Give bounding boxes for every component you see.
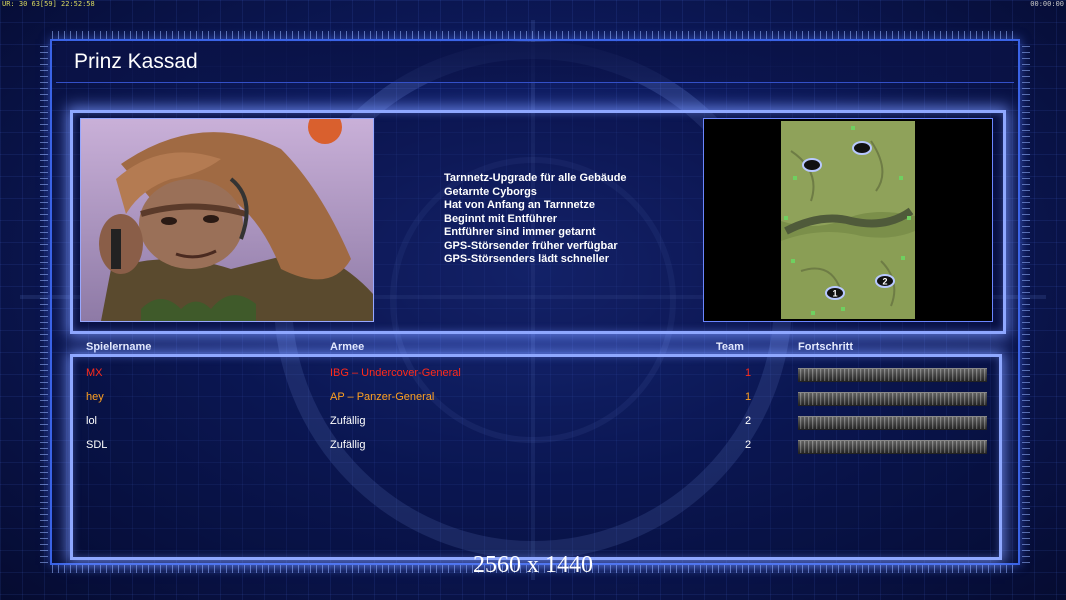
bonus-item: Entführer sind immer getarnt — [444, 226, 596, 238]
header-team: Team — [716, 341, 744, 353]
player-name: lol — [86, 415, 98, 427]
start-marker-1[interactable]: 1 — [832, 289, 837, 299]
start-marker-2[interactable]: 2 — [882, 277, 887, 287]
loading-progress-bar — [798, 392, 987, 406]
player-army: Zufällig — [330, 415, 366, 427]
table-row: SDL Zufällig 2 — [0, 439, 1066, 457]
progress-fill — [798, 393, 987, 405]
bonus-item: Beginnt mit Entführer — [444, 212, 558, 225]
general-portrait — [80, 118, 374, 322]
loading-progress-bar — [798, 368, 987, 382]
ruler-right — [1022, 41, 1030, 563]
bonus-item: Hat von Anfang an Tarnnetze — [444, 199, 595, 211]
player-name: hey — [86, 391, 104, 403]
progress-fill — [798, 441, 987, 453]
resolution-label: 2560 x 1440 — [473, 552, 593, 578]
bonus-item: GPS-Störsenders lädt schneller — [444, 253, 610, 265]
player-army: IBG – Undercover-General — [330, 367, 461, 379]
player-name: MX — [86, 367, 103, 379]
header-army: Armee — [330, 341, 365, 353]
loading-progress-bar — [798, 440, 987, 454]
player-name: SDL — [86, 439, 108, 451]
table-row: lol Zufällig 2 — [0, 415, 1066, 433]
player-team: 1 — [745, 391, 752, 403]
ruler-top — [52, 31, 1018, 39]
ruler-left — [40, 41, 48, 563]
progress-fill — [798, 417, 987, 429]
minimap: 1 2 — [781, 121, 915, 319]
bonus-item: Tarnnetz-Upgrade für alle Gebäude — [444, 172, 627, 184]
player-team: 2 — [745, 415, 752, 427]
table-row: MX IBG – Undercover-General 1 — [0, 367, 1066, 385]
player-army: AP – Panzer-General — [330, 391, 435, 403]
player-team: 1 — [745, 367, 752, 379]
loading-progress-bar — [798, 416, 987, 430]
general-name: Prinz Kassad — [74, 50, 198, 73]
table-row: hey AP – Panzer-General 1 — [0, 391, 1066, 409]
debug-stats: UR: 30 63[59] 22:52:58 — [2, 0, 95, 8]
header-progress: Fortschritt — [798, 341, 853, 353]
bonus-item: Getarnte Cyborgs — [444, 185, 537, 198]
map-preview[interactable]: 1 2 — [703, 118, 993, 322]
title-bar — [56, 42, 1014, 83]
player-team: 2 — [745, 439, 752, 451]
general-bonus-list: Tarnnetz-Upgrade für alle Gebäude Getarn… — [444, 172, 627, 267]
player-army: Zufällig — [330, 439, 366, 451]
header-player-name: Spielername — [86, 341, 152, 353]
bonus-item: GPS-Störsender früher verfügbar — [444, 239, 618, 252]
progress-fill — [798, 369, 987, 381]
debug-clock: 00:00:00 — [1030, 0, 1064, 8]
